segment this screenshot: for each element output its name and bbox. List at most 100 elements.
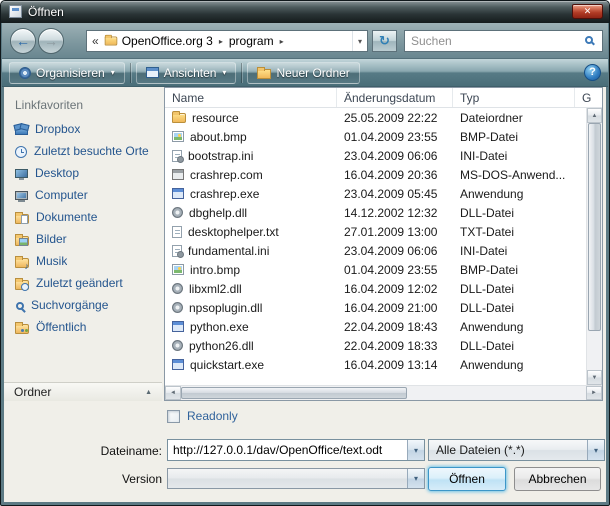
scroll-left-button[interactable]: ◄ xyxy=(165,386,181,400)
breadcrumb-overflow-chevron[interactable]: « xyxy=(92,34,99,48)
filename-dropdown-button[interactable]: ▾ xyxy=(407,440,424,460)
horizontal-scrollbar[interactable]: ◄ ► xyxy=(165,385,602,400)
organize-button[interactable]: Organisieren ▾ xyxy=(9,62,125,84)
file-name: crashrep.com xyxy=(190,168,263,182)
sidebar-item-label: Musik xyxy=(36,254,67,268)
file-type: DLL-Datei xyxy=(453,339,575,353)
file-row-npsoplugin-dll[interactable]: npsoplugin.dll16.04.2009 21:00DLL-Datei xyxy=(165,298,586,317)
file-row-fundamental-ini[interactable]: fundamental.ini23.04.2009 06:06INI-Datei xyxy=(165,241,586,260)
documents-icon xyxy=(15,214,29,224)
file-name: intro.bmp xyxy=(190,263,240,277)
changed-icon xyxy=(15,280,29,290)
open-button[interactable]: Öffnen xyxy=(428,467,506,491)
file-name: resource xyxy=(192,111,239,125)
exe-file-icon xyxy=(172,188,184,199)
filetype-select[interactable]: Alle Dateien (*.*) ▾ xyxy=(428,439,605,461)
column-header-nderungsdatum[interactable]: Änderungsdatum xyxy=(337,88,453,107)
version-dropdown-button[interactable]: ▾ xyxy=(407,469,424,488)
file-row-python-exe[interactable]: python.exe22.04.2009 18:43Anwendung xyxy=(165,317,586,336)
folders-label: Ordner xyxy=(14,385,51,399)
file-row-desktophelper-txt[interactable]: desktophelper.txt27.01.2009 13:00TXT-Dat… xyxy=(165,222,586,241)
bmp-file-icon xyxy=(172,264,184,275)
sidebar-item-zuletzt-besuchte-orte[interactable]: Zuletzt besuchte Orte xyxy=(4,140,163,162)
file-name: about.bmp xyxy=(190,130,247,144)
horizontal-scroll-thumb[interactable] xyxy=(181,387,407,399)
file-name-cell: resource xyxy=(165,111,337,125)
forward-button[interactable]: → xyxy=(38,28,64,54)
file-row-crashrep-exe[interactable]: crashrep.exe23.04.2009 05:45Anwendung xyxy=(165,184,586,203)
file-row-python26-dll[interactable]: python26.dll22.04.2009 18:33DLL-Datei xyxy=(165,336,586,355)
sidebar-item-desktop[interactable]: Desktop xyxy=(4,162,163,184)
sidebar-item-computer[interactable]: Computer xyxy=(4,184,163,206)
sidebar-item-bilder[interactable]: Bilder xyxy=(4,228,163,250)
address-dropdown-button[interactable]: ▾ xyxy=(352,31,367,51)
folders-bar[interactable]: Ordner ▲ xyxy=(4,382,162,401)
file-row-crashrep-com[interactable]: crashrep.com16.04.2009 20:36MS-DOS-Anwen… xyxy=(165,165,586,184)
chevron-down-icon: ▾ xyxy=(414,474,418,483)
address-bar[interactable]: « OpenOffice.org 3 ▸ program ▸ ▾ xyxy=(86,30,368,52)
file-row-dbghelp-dll[interactable]: dbghelp.dll14.12.2002 12:32DLL-Datei xyxy=(165,203,586,222)
file-name-cell: desktophelper.txt xyxy=(165,225,337,239)
vertical-scroll-thumb[interactable] xyxy=(588,123,601,331)
refresh-button[interactable]: ↻ xyxy=(372,30,397,52)
search-input[interactable] xyxy=(405,31,578,51)
help-button[interactable]: ? xyxy=(584,64,601,81)
breadcrumb-item-program[interactable]: program xyxy=(229,34,274,48)
scroll-down-button[interactable]: ▼ xyxy=(587,370,602,385)
file-type: INI-Datei xyxy=(453,244,575,258)
vertical-scrollbar[interactable]: ▲ ▼ xyxy=(586,108,602,385)
dll-file-icon xyxy=(172,340,183,351)
dialog-icon xyxy=(9,5,22,18)
chevron-down-icon: ▾ xyxy=(111,68,115,77)
version-select[interactable]: ▾ xyxy=(167,468,425,489)
file-row-bootstrap-ini[interactable]: bootstrap.ini 23.04.2009 06:06INI-Datei xyxy=(165,146,586,165)
sidebar-item-dropbox[interactable]: Dropbox xyxy=(4,118,163,140)
file-type: BMP-Datei xyxy=(453,130,575,144)
column-header-g[interactable]: G xyxy=(575,88,602,107)
scroll-right-button[interactable]: ► xyxy=(586,386,602,400)
new-folder-button[interactable]: Neuer Ordner xyxy=(247,62,359,84)
file-row-libxml2-dll[interactable]: libxml2.dll16.04.2009 12:02DLL-Datei xyxy=(165,279,586,298)
file-type: INI-Datei xyxy=(453,149,575,163)
cancel-button[interactable]: Abbrechen xyxy=(514,467,601,491)
file-name: bootstrap.ini xyxy=(188,149,253,163)
breadcrumb-separator-icon: ▸ xyxy=(219,37,223,46)
sidebar-item-zuletzt-ge-ndert[interactable]: Zuletzt geändert xyxy=(4,272,163,294)
music-icon xyxy=(15,258,29,268)
public-icon xyxy=(15,324,29,334)
file-type: Dateiordner xyxy=(453,111,575,125)
scroll-up-button[interactable]: ▲ xyxy=(587,108,602,123)
views-label: Ansichten xyxy=(164,66,217,80)
back-button[interactable]: ← xyxy=(10,28,36,54)
column-headers: NameÄnderungsdatumTypG xyxy=(165,88,602,108)
sidebar-item-suchvorg-nge[interactable]: Suchvorgänge xyxy=(4,294,163,316)
file-row-quickstart-exe[interactable]: quickstart.exe16.04.2009 13:14Anwendung xyxy=(165,355,586,374)
views-button[interactable]: Ansichten ▾ xyxy=(136,62,237,84)
breadcrumb-item-openoffice[interactable]: OpenOffice.org 3 xyxy=(122,34,213,48)
file-row-about-bmp[interactable]: about.bmp01.04.2009 23:55BMP-Datei xyxy=(165,127,586,146)
computer-icon xyxy=(15,191,28,200)
file-date: 23.04.2009 06:06 xyxy=(337,149,453,163)
sidebar-item-label: Öffentlich xyxy=(36,320,86,334)
file-row-intro-bmp[interactable]: intro.bmp01.04.2009 23:55BMP-Datei xyxy=(165,260,586,279)
file-name-cell: about.bmp xyxy=(165,130,337,144)
sidebar-item-dokumente[interactable]: Dokumente xyxy=(4,206,163,228)
filename-input[interactable] xyxy=(168,440,407,460)
file-type: DLL-Datei xyxy=(453,206,575,220)
sidebar-item-label: Bilder xyxy=(36,232,67,246)
column-header-typ[interactable]: Typ xyxy=(453,88,575,107)
sidebar-item-musik[interactable]: Musik xyxy=(4,250,163,272)
close-icon: ✕ xyxy=(584,6,592,16)
filetype-dropdown-button[interactable]: ▾ xyxy=(587,440,604,460)
close-button[interactable]: ✕ xyxy=(572,4,603,19)
file-name-cell: quickstart.exe xyxy=(165,358,337,372)
sidebar-item-label: Dokumente xyxy=(36,210,97,224)
column-header-name[interactable]: Name xyxy=(165,88,337,107)
favorites-header: Linkfavoriten xyxy=(15,98,163,112)
ini-file-icon xyxy=(172,150,182,162)
new-folder-label: Neuer Ordner xyxy=(276,66,349,80)
file-date: 27.01.2009 13:00 xyxy=(337,225,453,239)
readonly-checkbox[interactable] xyxy=(167,410,180,423)
file-row-resource[interactable]: resource25.05.2009 22:22Dateiordner xyxy=(165,108,586,127)
sidebar-item-ffentlich[interactable]: Öffentlich xyxy=(4,316,163,338)
